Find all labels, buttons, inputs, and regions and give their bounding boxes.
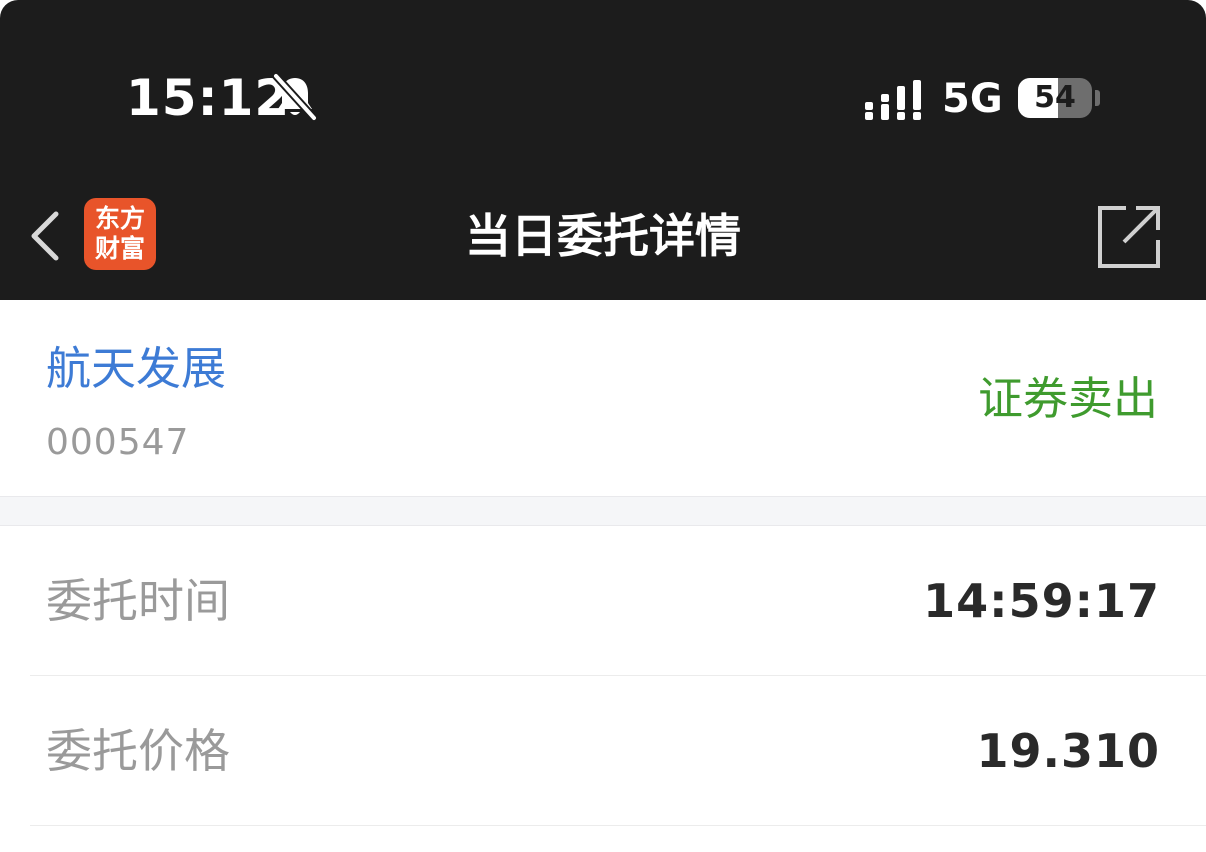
section-divider: [0, 496, 1206, 526]
stock-name[interactable]: 航天发展: [46, 340, 226, 398]
order-price-label: 委托价格: [46, 724, 230, 778]
bell-slash-icon: [272, 72, 318, 122]
page-title: 当日委托详情: [465, 209, 741, 263]
order-price-value: 19.310: [976, 724, 1160, 778]
order-time-value: 14:59:17: [923, 574, 1160, 628]
share-external-icon[interactable]: [1096, 204, 1162, 270]
order-type-badge: 证券卖出: [977, 372, 1158, 425]
detail-row-order-price: 委托价格 19.310: [30, 676, 1206, 826]
battery-indicator: 54: [1018, 78, 1092, 118]
detail-row-order-time: 委托时间 14:59:17: [30, 526, 1206, 676]
order-time-label: 委托时间: [46, 574, 230, 628]
network-type: 5G: [942, 76, 1003, 122]
stock-code: 000547: [46, 422, 190, 463]
battery-cap: [1095, 90, 1100, 106]
cellular-signal-icon: [865, 80, 921, 120]
stock-header: 航天发展 000547 证券卖出: [0, 300, 1206, 496]
status-time: 15:12: [126, 69, 291, 127]
app-screen: 15:12 5G 54 东方 财富 当日委托详情 航天发展 000547 证券卖…: [0, 0, 1206, 852]
battery-level: 54: [1034, 80, 1076, 115]
top-bar: 15:12 5G 54 东方 财富 当日委托详情: [0, 0, 1206, 300]
